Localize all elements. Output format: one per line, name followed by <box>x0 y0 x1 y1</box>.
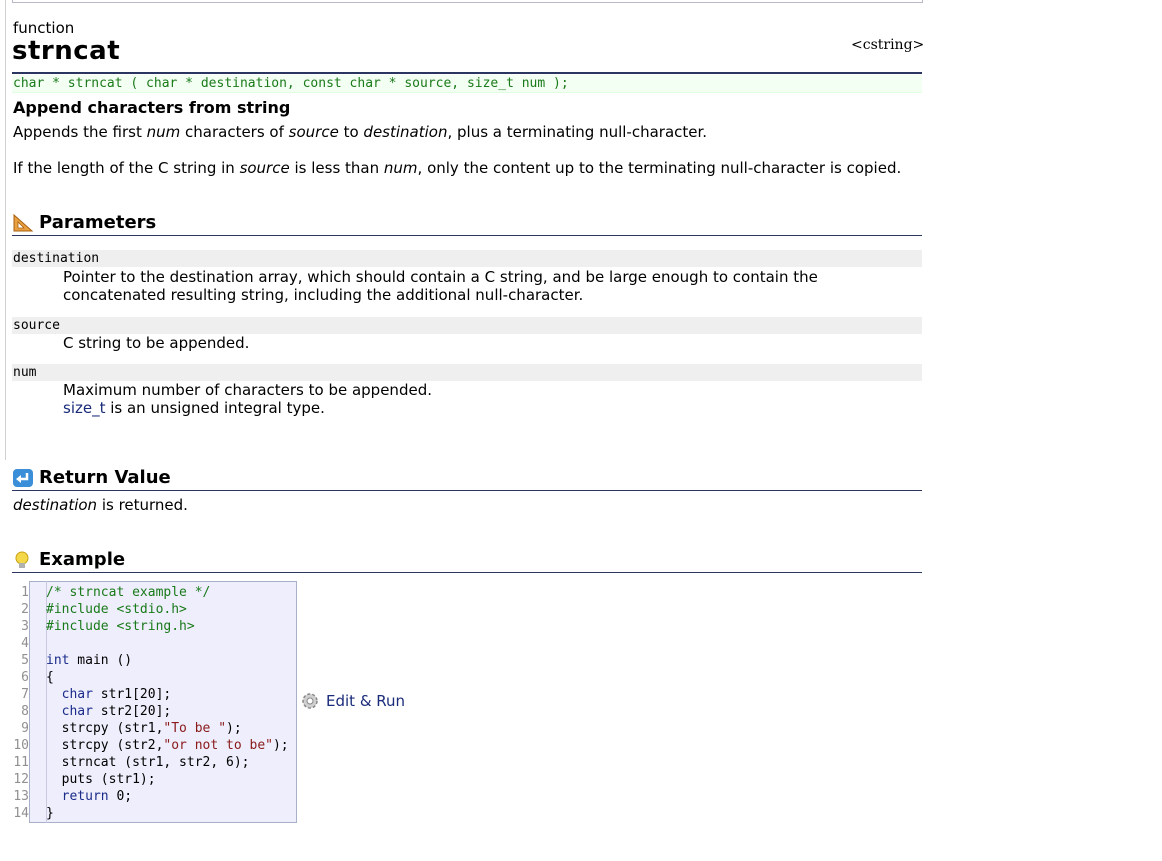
edit-and-run-link[interactable]: Edit & Run <box>300 691 405 711</box>
return-text: is returned. <box>97 496 188 514</box>
example-heading-text: Example <box>39 549 126 570</box>
top-panel: . , . <box>12 0 923 3</box>
code-line-number: 4 <box>21 636 29 651</box>
set-square-icon <box>12 213 34 233</box>
title-rule <box>12 72 922 74</box>
code-line-number: 14 <box>13 806 29 821</box>
return-param-destination: destination <box>13 496 98 514</box>
param-name-text: source <box>13 318 60 333</box>
desc-text: , plus a terminating null-character. <box>447 123 708 141</box>
code-line-number: 5 <box>21 653 29 668</box>
lightbulb-icon <box>12 550 34 570</box>
code-line-number: 2 <box>21 602 29 617</box>
param-desc-source: C string to be appended. <box>63 334 863 352</box>
desc-param-source: source <box>239 159 290 177</box>
code-line-number: 6 <box>21 670 29 685</box>
desc-param-num: num <box>146 123 181 141</box>
desc-text: If the length of the C string in <box>13 159 240 177</box>
code-line-number: 13 <box>13 789 29 804</box>
desc-param-destination: destination <box>363 123 448 141</box>
param-name-text: destination <box>13 251 100 266</box>
desc-text: is less than <box>289 159 384 177</box>
parameters-heading: Parameters <box>12 211 922 236</box>
return-arrow-icon <box>12 468 34 488</box>
kind-label: function <box>13 19 75 37</box>
gear-icon <box>302 693 318 709</box>
description-paragraph-2: If the length of the C string in source … <box>13 159 901 177</box>
param-name-source: source <box>12 317 922 334</box>
page-title: strncat <box>12 36 121 66</box>
param-name-num: num <box>12 364 922 381</box>
left-border <box>5 0 6 460</box>
param-desc-text: is an unsigned integral type. <box>105 399 325 417</box>
code-line-number: 10 <box>13 738 29 753</box>
param-desc-line: Maximum number of characters to be appen… <box>63 381 432 399</box>
code-line-number: 8 <box>21 704 29 719</box>
code-line-number: 9 <box>21 721 29 736</box>
param-desc-line: concatenated resulting string, including… <box>63 286 584 304</box>
param-desc-line: C string to be appended. <box>63 334 250 352</box>
return-value-heading-text: Return Value <box>39 467 171 488</box>
desc-text: characters of <box>180 123 289 141</box>
code-line-number: 3 <box>21 619 29 634</box>
desc-text: , only the content up to the terminating… <box>417 159 902 177</box>
description-paragraph-1: Appends the first num characters of sour… <box>13 123 707 141</box>
example-heading: Example <box>12 548 922 573</box>
function-prototype: char * strncat ( char * destination, con… <box>12 75 922 93</box>
code-line-number: 11 <box>13 755 29 770</box>
param-desc-line: Pointer to the destination array, which … <box>63 268 818 286</box>
return-value-heading: Return Value <box>12 466 922 491</box>
code-line-number: 1 <box>21 585 29 600</box>
desc-text: to <box>338 123 364 141</box>
desc-text: Appends the first <box>13 123 147 141</box>
param-desc-line: size_t is an unsigned integral type. <box>63 399 863 417</box>
param-desc-destination: Pointer to the destination array, which … <box>63 268 863 304</box>
desc-param-source: source <box>288 123 339 141</box>
return-value-text: destination is returned. <box>13 496 188 514</box>
param-desc-num: Maximum number of characters to be appen… <box>63 381 863 417</box>
size-t-link[interactable]: size_t <box>63 399 105 417</box>
header-library-link[interactable]: <cstring> <box>851 37 924 53</box>
prototype-text: char * strncat ( char * destination, con… <box>13 76 569 91</box>
code-line-numbers: 1 2 3 4 5 6 7 8 9 10 11 12 13 14 <box>12 581 29 822</box>
desc-param-num: num <box>383 159 418 177</box>
code-line-number: 7 <box>21 687 29 702</box>
function-summary: Append characters from string <box>13 98 291 117</box>
param-name-text: num <box>13 365 37 380</box>
edit-and-run-label[interactable]: Edit & Run <box>326 692 405 710</box>
code-text: /* strncat example */ #include <stdio.h>… <box>46 585 289 821</box>
parameters-heading-text: Parameters <box>39 212 157 233</box>
param-name-destination: destination <box>12 250 922 267</box>
code-line-number: 12 <box>13 772 29 787</box>
